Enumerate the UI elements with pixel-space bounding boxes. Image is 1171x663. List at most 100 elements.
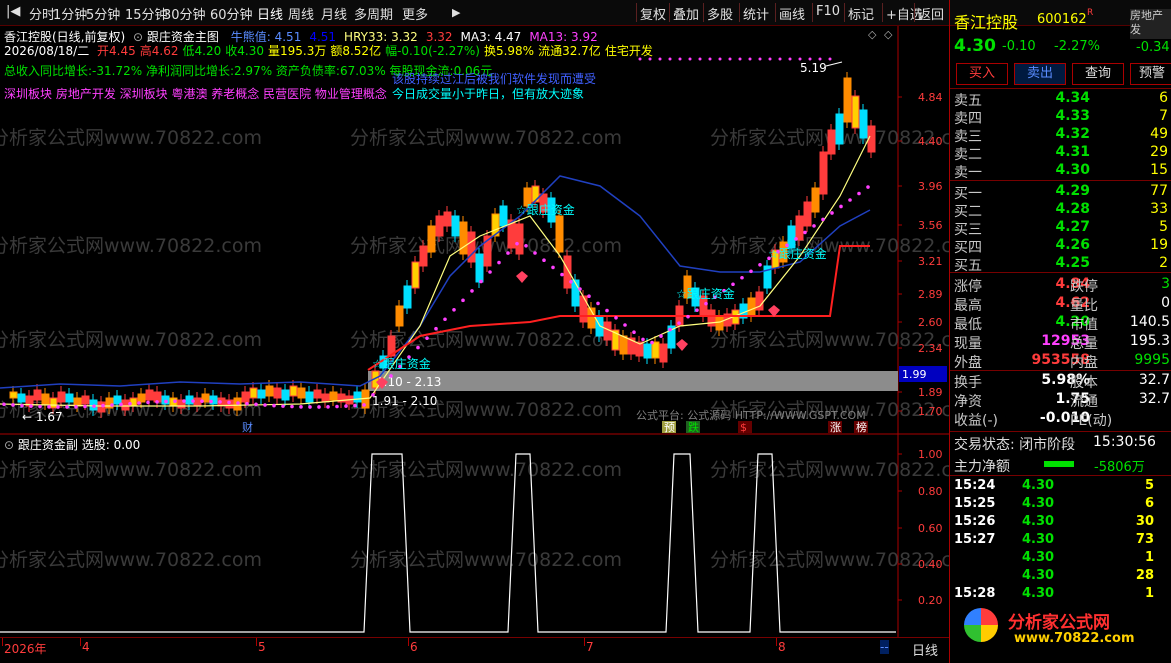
quote-field: 低4.20 bbox=[182, 44, 222, 58]
stock-name: 香江控股 bbox=[954, 13, 1019, 32]
event-mark[interactable]: 榜 bbox=[854, 420, 868, 434]
stat-label: 流通 bbox=[1070, 394, 1098, 410]
event-mark-text[interactable]: 榜 bbox=[856, 420, 867, 434]
quote-field: 量195.3万 bbox=[267, 44, 327, 58]
period-tab-5[interactable]: 60分钟 bbox=[210, 4, 253, 23]
period-tab-9[interactable]: 多周期 bbox=[354, 4, 393, 23]
event-mark[interactable]: 跌 bbox=[686, 420, 700, 434]
signal-dot bbox=[788, 57, 792, 61]
event-mark[interactable]: 财 bbox=[242, 420, 253, 434]
ma13-dot bbox=[236, 401, 240, 405]
stat-label: PE(动) bbox=[1070, 413, 1113, 429]
period-tab-1[interactable]: 1分钟 bbox=[53, 4, 87, 23]
follow-fund-label: ☆跟庄资金 bbox=[516, 202, 575, 217]
event-mark-text[interactable]: 预 bbox=[664, 421, 675, 434]
diamond-toggle-icon[interactable]: ◇ bbox=[868, 28, 877, 41]
divider bbox=[950, 370, 1171, 371]
chart-area[interactable]: 分析家公式网www.70822.com 分析家公式网www.70822.com 分析… bbox=[0, 26, 982, 637]
ma13-dot bbox=[623, 323, 627, 327]
bid-price: 4.25 bbox=[1055, 255, 1090, 271]
quote-date: 2026/08/18/二 bbox=[4, 44, 90, 58]
period-label[interactable]: 日线 bbox=[912, 640, 938, 659]
event-mark[interactable]: 预 bbox=[662, 421, 676, 434]
candle-body bbox=[827, 129, 836, 155]
event-mark-text[interactable]: 财 bbox=[242, 420, 253, 434]
toolbar-more-icon[interactable]: ▶ bbox=[452, 6, 460, 19]
event-mark[interactable]: 涨 bbox=[828, 421, 842, 434]
ma13-dot bbox=[290, 404, 294, 409]
toolbar-btn-1[interactable]: 叠加 bbox=[673, 4, 699, 23]
ma13-dot bbox=[65, 405, 69, 409]
quote-field: 额8.52亿 bbox=[330, 44, 382, 58]
period-tab-8[interactable]: 月线 bbox=[321, 4, 347, 23]
buy-button[interactable]: 买入 bbox=[956, 63, 1008, 85]
price-axis-label: 3.96 bbox=[918, 180, 943, 193]
event-mark-text[interactable]: $ bbox=[740, 421, 747, 434]
period-tab-3[interactable]: 15分钟 bbox=[125, 4, 168, 23]
ma13-dot bbox=[371, 393, 375, 397]
ma13-dot bbox=[335, 404, 339, 409]
toolbar-btn-2[interactable]: 多股 bbox=[707, 4, 733, 23]
stats-block: 涨停 4.84 跌停 3 最高 4.62 量比 0 最低 4.20 市值 140.5 现量 12953 总量… bbox=[950, 276, 1171, 372]
toolbar-btn-6[interactable]: 标记 bbox=[848, 4, 874, 23]
scroll-arrows[interactable]: -- bbox=[880, 640, 889, 654]
period-tab-0[interactable]: 分时 bbox=[29, 4, 55, 23]
candle-body bbox=[747, 297, 756, 317]
candle-body bbox=[443, 211, 452, 227]
tick-volume: 5 bbox=[1144, 478, 1154, 493]
toolbar-btn-8[interactable]: 返回 bbox=[918, 4, 944, 23]
ma13-dot bbox=[479, 279, 483, 284]
tick-row: 4.30 28 bbox=[954, 568, 1170, 586]
close-icon[interactable]: ◇ bbox=[884, 28, 893, 41]
ma13-dot bbox=[272, 403, 276, 408]
candle-body bbox=[619, 335, 628, 355]
query-button[interactable]: 查询 bbox=[1072, 63, 1124, 85]
collapse-icon[interactable]: ⊙ bbox=[4, 438, 14, 452]
event-mark-text[interactable]: 涨 bbox=[830, 421, 841, 434]
tick-row: 15:24 4.30 5 bbox=[954, 478, 1170, 496]
sell-button[interactable]: 卖出 bbox=[1014, 63, 1066, 85]
ma13-dot bbox=[191, 399, 195, 403]
bid-volume: 5 bbox=[1159, 219, 1168, 235]
sub-indicator-name[interactable]: 跟庄资金副 bbox=[18, 438, 78, 452]
ma13-dot bbox=[200, 399, 204, 403]
ma13-dot bbox=[524, 244, 528, 248]
period-tab-2[interactable]: 5分钟 bbox=[86, 4, 120, 23]
ma13-dot bbox=[569, 280, 573, 284]
signal-dot bbox=[828, 57, 832, 61]
period-tab-7[interactable]: 周线 bbox=[288, 4, 314, 23]
candle-body bbox=[265, 385, 274, 397]
price-axis-label: 4.40 bbox=[918, 135, 943, 148]
logo-icon bbox=[964, 608, 998, 642]
stat-row: 现量 12953 总量 195.3 bbox=[952, 333, 1170, 352]
ma13-dot bbox=[164, 399, 168, 404]
candle-body bbox=[137, 393, 146, 403]
toolbar-btn-5[interactable]: F10 bbox=[816, 4, 840, 19]
quote-field: 流通32.7亿 bbox=[538, 44, 601, 58]
alert-button[interactable]: 预警 bbox=[1130, 63, 1171, 85]
ma13-dot bbox=[803, 230, 807, 235]
ma13-dot bbox=[704, 301, 708, 306]
period-tab-4[interactable]: 30分钟 bbox=[163, 4, 206, 23]
sector-label[interactable]: 房地产发 bbox=[1130, 9, 1171, 39]
toolbar-prev-icon[interactable]: |◀ bbox=[6, 4, 20, 19]
stat-value: 140.5 bbox=[1129, 314, 1170, 330]
period-tab-6[interactable]: 日线 bbox=[257, 4, 283, 23]
candle-body bbox=[65, 393, 74, 403]
ma13-dot bbox=[542, 258, 546, 262]
kline-chart[interactable]: 分析家公式网www.70822.com 分析家公式网www.70822.com 分析… bbox=[0, 26, 982, 637]
ma13-dot bbox=[443, 317, 447, 322]
toolbar-separator bbox=[703, 3, 704, 22]
event-mark-text[interactable]: 跌 bbox=[688, 420, 699, 434]
stat-value: 0 bbox=[1161, 295, 1170, 311]
event-mark[interactable]: $ bbox=[738, 421, 752, 434]
period-tab-10[interactable]: 更多 bbox=[402, 4, 428, 23]
candle-body bbox=[435, 215, 444, 237]
ma13-dot bbox=[848, 198, 852, 202]
toolbar-btn-4[interactable]: 画线 bbox=[779, 4, 805, 23]
ma13-dot bbox=[452, 308, 456, 312]
ma13-dot bbox=[29, 404, 33, 408]
toolbar-btn-3[interactable]: 统计 bbox=[743, 4, 769, 23]
candle-body bbox=[819, 151, 828, 195]
toolbar-btn-0[interactable]: 复权 bbox=[640, 4, 666, 23]
